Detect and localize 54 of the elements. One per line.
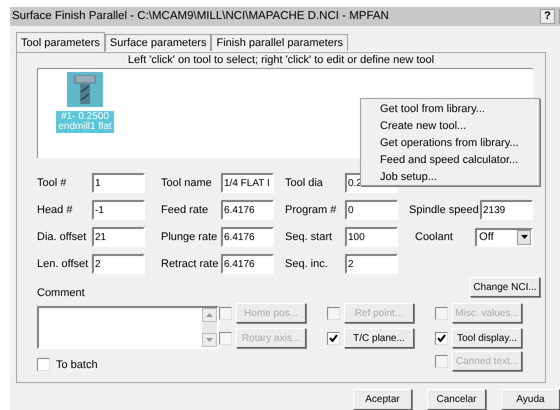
coolant-dropdown[interactable]: Off xyxy=(475,228,533,246)
option-button[interactable]: Tool display... xyxy=(452,328,522,348)
field-label: Spindle speed xyxy=(409,202,480,218)
field-label: Seq. start xyxy=(285,230,334,245)
scroll-up-icon[interactable] xyxy=(206,312,213,316)
input-field[interactable]: 6.4176 xyxy=(221,254,274,274)
menu-item[interactable]: Create new tool... xyxy=(361,118,539,135)
field-label: Len. offset xyxy=(37,256,90,272)
checkbox[interactable] xyxy=(435,332,448,344)
input-field[interactable]: 2 xyxy=(345,254,398,274)
option-button[interactable]: T/C plane... xyxy=(344,328,414,348)
hint-text: Left 'click' on tool to select; right 'click' to edit or define new tool xyxy=(126,53,436,68)
dialog-button[interactable]: Cancelar xyxy=(427,389,486,410)
comment-label: Comment xyxy=(37,286,86,301)
input-field[interactable]: 2 xyxy=(92,254,145,274)
field-label: Seq. inc. xyxy=(285,256,329,272)
input-field[interactable]: -1 xyxy=(92,200,145,220)
caret-icon xyxy=(520,235,528,239)
field-label: Plunge rate xyxy=(161,230,218,245)
checkbox[interactable] xyxy=(37,358,50,372)
input-field[interactable]: 2139 xyxy=(480,200,533,220)
field-label: Head # xyxy=(37,202,74,218)
option-button[interactable]: Change NCI... xyxy=(470,277,540,297)
field-label: Tool # xyxy=(37,176,68,191)
input-field[interactable]: 6.4176 xyxy=(221,227,274,247)
endmill-icon[interactable] xyxy=(67,72,103,107)
menu-item[interactable]: Feed and speed calculator... xyxy=(361,152,539,169)
checkbox-label: To batch xyxy=(56,358,98,372)
input-field[interactable]: 1 xyxy=(92,173,145,193)
input-field[interactable]: 0 xyxy=(345,200,398,220)
field-label: Retract rate xyxy=(161,256,220,272)
comment-field[interactable] xyxy=(37,306,219,348)
field-label: Dia. offset xyxy=(37,230,88,245)
dialog-button[interactable]: Ayuda xyxy=(501,389,560,410)
tab[interactable]: Finish parallel parameters xyxy=(211,34,348,51)
input-field[interactable]: 100 xyxy=(345,227,398,247)
field-label: Tool name xyxy=(161,176,213,191)
menu-item[interactable]: Get tool from library... xyxy=(361,101,539,118)
scroll-down-icon[interactable] xyxy=(206,338,213,342)
menu-item[interactable]: Job setup... xyxy=(361,169,539,186)
tab[interactable]: Tool parameters xyxy=(16,32,105,52)
field-label: Program # xyxy=(285,202,338,218)
tab[interactable]: Surface parameters xyxy=(104,34,212,51)
field-label: Coolant xyxy=(414,230,454,245)
field-label: Tool dia xyxy=(285,176,324,191)
input-field[interactable]: 1/4 FLAT I xyxy=(221,173,274,193)
dialog-button[interactable]: Aceptar xyxy=(353,389,412,410)
input-field[interactable]: 21 xyxy=(92,227,145,247)
menu-item[interactable]: Get operations from library... xyxy=(361,135,539,152)
help-button[interactable]: ? xyxy=(540,9,555,24)
checkbox[interactable] xyxy=(327,332,340,344)
field-label: Feed rate xyxy=(161,202,210,218)
window-title: Surface Finish Parallel - C:\MCAM9\MILL\NCI\MAPACHE D.NCI - MPFAN xyxy=(12,8,390,24)
input-field[interactable]: 6.4176 xyxy=(221,200,274,220)
